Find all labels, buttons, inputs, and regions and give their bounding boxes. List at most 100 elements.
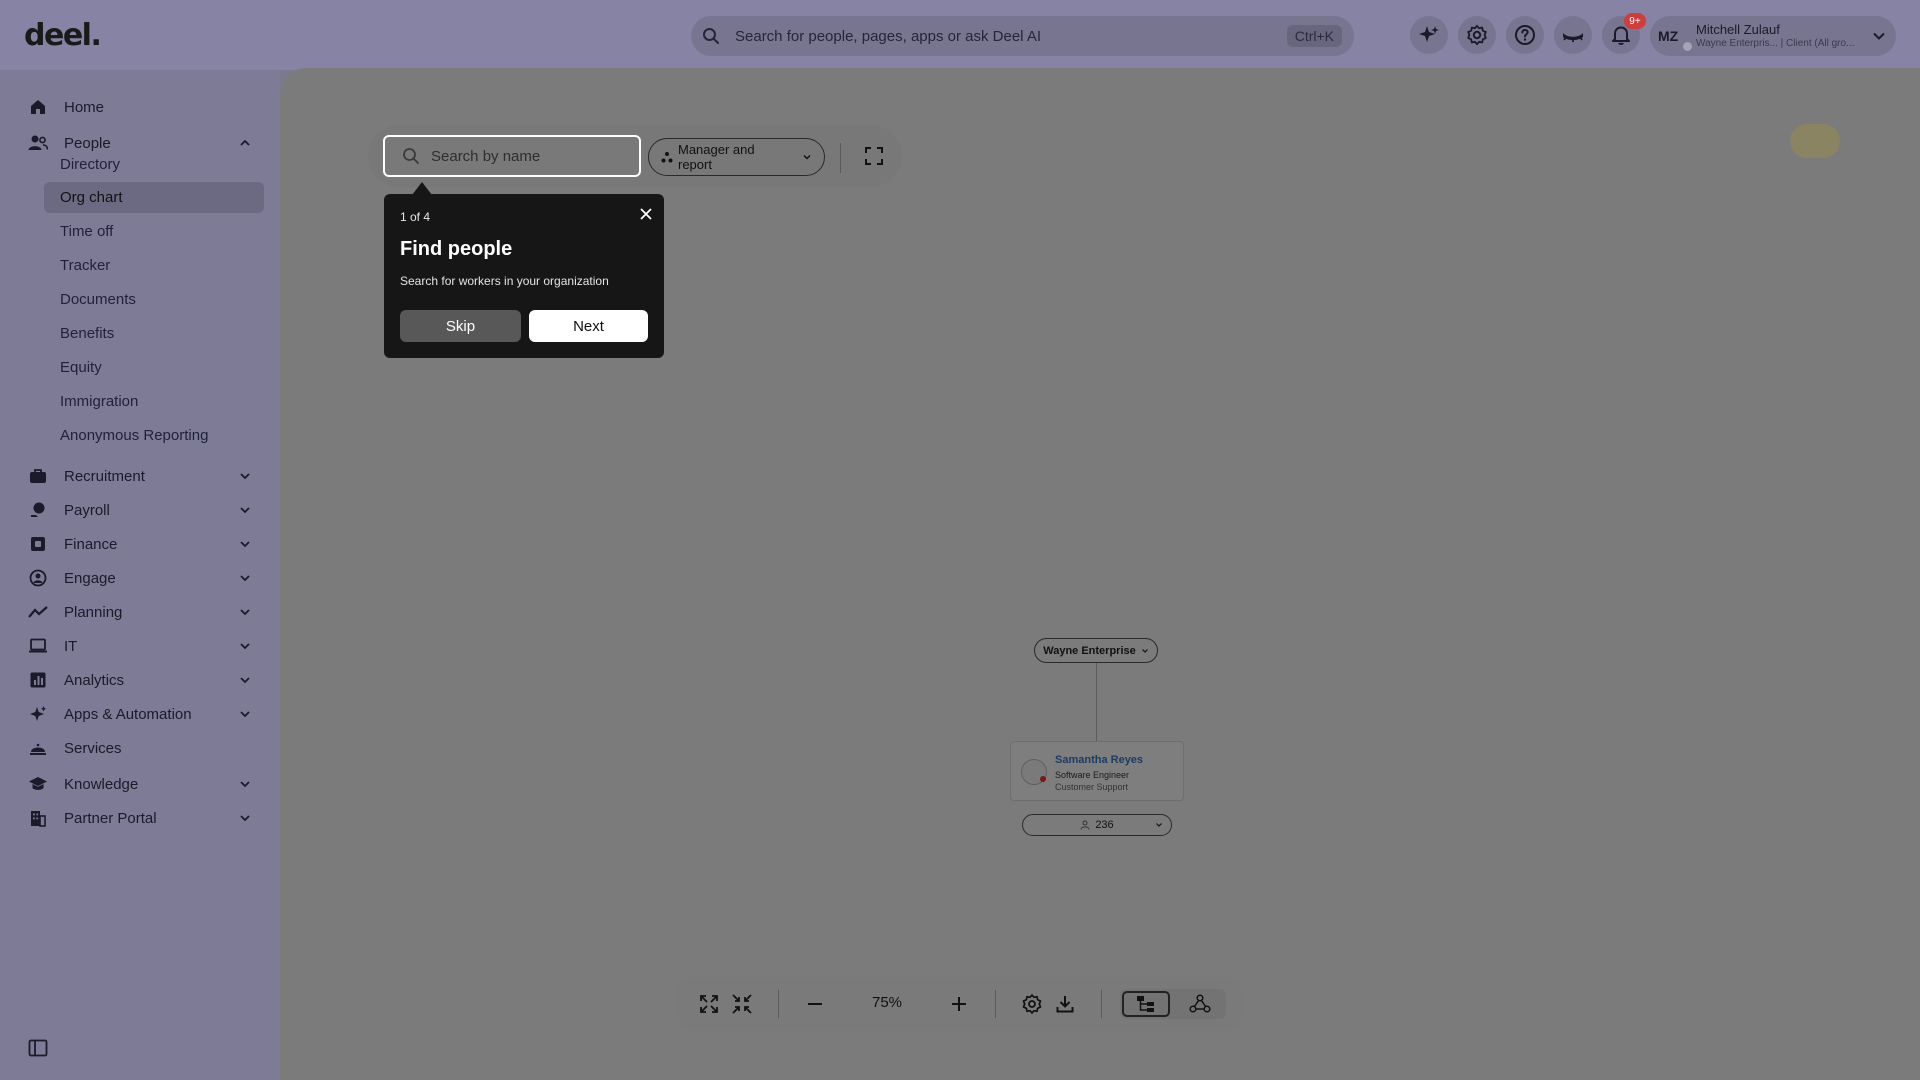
- sidebar-collapse-icon[interactable]: [28, 1038, 48, 1058]
- sidebar-item-label: Finance: [64, 535, 118, 553]
- sidebar-subitem-documents[interactable]: Documents: [44, 284, 264, 315]
- sidebar-subitem-anonymous-reporting[interactable]: Anonymous Reporting: [44, 420, 264, 451]
- help-button[interactable]: [1506, 16, 1544, 54]
- toolbar-divider: [1101, 990, 1102, 1018]
- sidebar-item-label: Partner Portal: [64, 809, 157, 827]
- network-layout-icon: [1189, 994, 1211, 1013]
- sidebar-item-label: Knowledge: [64, 775, 139, 793]
- sidebar-item-knowledge[interactable]: Knowledge: [28, 769, 252, 799]
- sidebar-subitem-time-off[interactable]: Time off: [44, 216, 264, 247]
- chart-settings-button[interactable]: [1021, 993, 1043, 1015]
- sidebar-item-planning[interactable]: Planning: [28, 597, 252, 627]
- tree-layout-button[interactable]: [1122, 991, 1170, 1017]
- sidebar-subitem-label: Benefits: [60, 325, 115, 342]
- building-icon: [28, 808, 48, 828]
- sidebar-item-label: Planning: [64, 603, 123, 621]
- network-layout-button[interactable]: [1176, 991, 1224, 1017]
- search-shortcut-hint: Ctrl+K: [1286, 25, 1342, 47]
- org-root-node[interactable]: Wayne Enterprise: [1034, 638, 1158, 663]
- zoom-in-button[interactable]: [948, 993, 970, 1015]
- sidebar-subitem-label: Documents: [60, 291, 136, 308]
- settings-button[interactable]: [1458, 16, 1496, 54]
- sidebar-item-home[interactable]: Home: [28, 92, 252, 122]
- sidebar-subitem-label: Anonymous Reporting: [60, 427, 209, 444]
- next-button[interactable]: Next: [529, 310, 648, 342]
- name-search-field[interactable]: [383, 135, 641, 177]
- sidebar-item-finance[interactable]: Finance: [28, 529, 252, 559]
- briefcase-icon: [28, 466, 48, 486]
- minus-icon: [808, 1003, 822, 1005]
- chevron-down-icon: [1156, 823, 1162, 827]
- home-icon: [28, 97, 48, 117]
- sidebar-subitem-immigration[interactable]: Immigration: [44, 386, 264, 417]
- person-name[interactable]: Samantha Reyes: [1055, 754, 1143, 766]
- skip-button[interactable]: Skip: [400, 310, 521, 342]
- sidebar-subitem-equity[interactable]: Equity: [44, 352, 264, 383]
- chevron-down-icon: [240, 781, 250, 788]
- close-icon[interactable]: [638, 206, 654, 222]
- sidebar-item-label: Payroll: [64, 501, 110, 519]
- zoom-out-button[interactable]: [804, 993, 826, 1015]
- chevron-down-icon: [240, 507, 250, 514]
- org-root-label: Wayne Enterprise: [1043, 644, 1136, 657]
- sidebar-subitem-benefits[interactable]: Benefits: [44, 318, 264, 349]
- chevron-down-icon: [240, 609, 250, 616]
- plus-icon: [952, 997, 966, 1011]
- chevron-down-icon: [1873, 32, 1885, 40]
- chevron-down-icon: [240, 677, 250, 684]
- sidebar-item-apps-automation[interactable]: Apps & Automation: [28, 699, 252, 729]
- top-bar: deel. Search for people, pages, apps or …: [0, 0, 1920, 70]
- engage-icon: [28, 568, 48, 588]
- collapse-all-button[interactable]: [731, 993, 753, 1015]
- help-circle-icon: [1515, 25, 1535, 45]
- sidebar-item-recruitment[interactable]: Recruitment: [28, 461, 252, 491]
- sidebar-subitem-directory[interactable]: Directory: [44, 149, 264, 180]
- expand-all-button[interactable]: [698, 993, 720, 1015]
- user-menu[interactable]: MZ Mitchell Zulauf Wayne Enterpris... | …: [1650, 16, 1896, 56]
- sidebar-item-engage[interactable]: Engage: [28, 563, 252, 593]
- view-mode-select[interactable]: Manager and report: [648, 138, 825, 176]
- sidebar-subitem-org-chart[interactable]: Org chart: [44, 182, 264, 213]
- chevron-down-icon: [240, 541, 250, 548]
- sidebar-item-label: IT: [64, 637, 78, 655]
- toolbar-divider: [778, 990, 779, 1018]
- gear-icon: [1467, 24, 1487, 46]
- name-search-input[interactable]: [431, 147, 621, 165]
- sidebar-item-payroll[interactable]: Payroll: [28, 495, 252, 525]
- graduation-cap-icon: [28, 774, 48, 794]
- sparkle-icon: [28, 704, 48, 724]
- ai-assistant-button[interactable]: [1410, 16, 1448, 54]
- deel-logo[interactable]: deel.: [24, 18, 102, 53]
- chevron-down-icon: [1141, 648, 1148, 653]
- sidebar-item-services[interactable]: Services: [28, 733, 252, 763]
- download-button[interactable]: [1054, 993, 1076, 1015]
- zoom-level: 75%: [871, 994, 903, 1011]
- chevron-down-icon: [240, 473, 250, 480]
- presence-indicator: [1682, 41, 1693, 52]
- person-department: Customer Support: [1055, 782, 1129, 792]
- collapse-icon: [732, 994, 752, 1014]
- sidebar-item-label: Recruitment: [64, 467, 145, 485]
- hierarchy-icon: [661, 152, 673, 163]
- global-search-placeholder: Search for people, pages, apps or ask De…: [735, 27, 1042, 45]
- sidebar-item-label: Analytics: [64, 671, 125, 689]
- payroll-icon: [28, 500, 48, 520]
- fullscreen-icon[interactable]: [862, 144, 886, 168]
- view-mode-label: Manager and report: [677, 142, 755, 172]
- person-card[interactable]: Samantha Reyes Software Engineer Custome…: [1010, 741, 1184, 801]
- sidebar-item-analytics[interactable]: Analytics: [28, 665, 252, 695]
- bar-chart-icon: [28, 670, 48, 690]
- direct-reports-toggle[interactable]: 236: [1022, 814, 1172, 836]
- sidebar-item-label: Home: [64, 98, 105, 116]
- gear-icon: [1022, 994, 1042, 1014]
- eye-closed-icon: [1563, 33, 1583, 42]
- user-name: Mitchell Zulauf: [1696, 22, 1780, 37]
- privacy-mode-button[interactable]: [1554, 16, 1592, 54]
- sidebar-item-partner-portal[interactable]: Partner Portal: [28, 803, 252, 833]
- chevron-down-icon: [240, 711, 250, 718]
- chevron-down-icon: [240, 815, 250, 822]
- global-search-bar[interactable]: Search for people, pages, apps or ask De…: [691, 16, 1354, 56]
- sparkle-icon: [1419, 26, 1439, 42]
- sidebar-subitem-tracker[interactable]: Tracker: [44, 250, 264, 281]
- sidebar-item-it[interactable]: IT: [28, 631, 252, 661]
